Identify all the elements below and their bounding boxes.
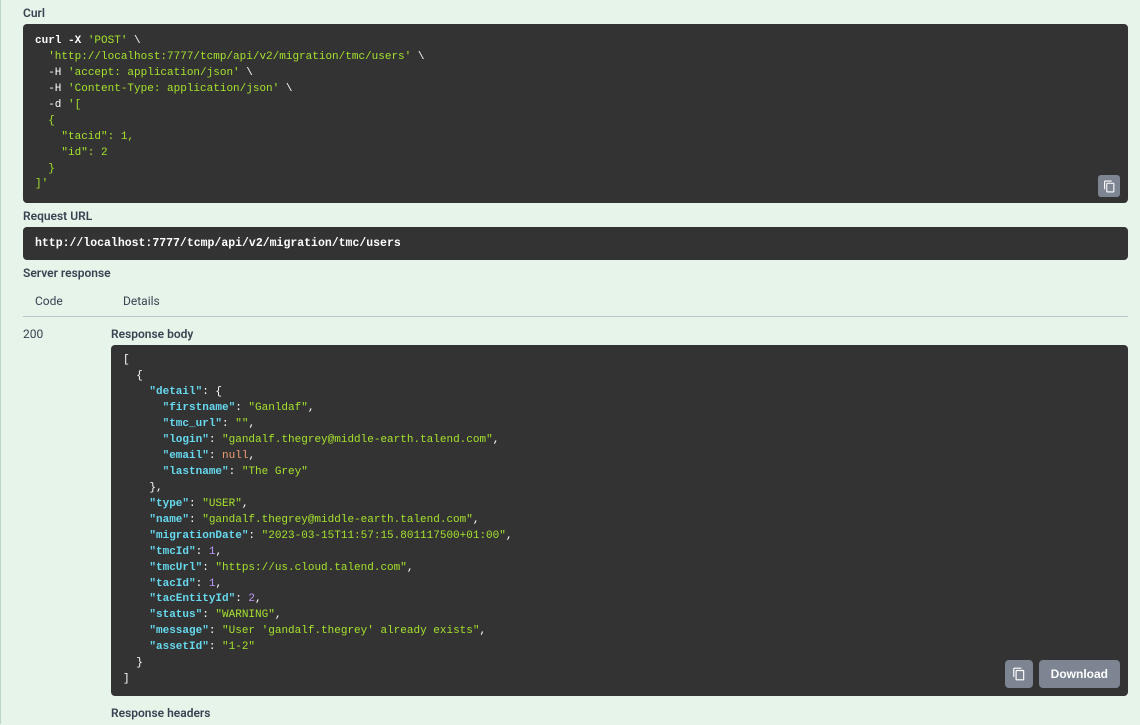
details-column-header: Details [123, 294, 160, 308]
status-code: 200 [23, 327, 63, 724]
server-response-label: Server response [11, 260, 1140, 284]
download-button[interactable]: Download [1039, 660, 1120, 688]
request-url-block: http://localhost:7777/tcmp/api/v2/migrat… [23, 227, 1128, 260]
curl-label: Curl [11, 0, 1140, 24]
copy-curl-button[interactable] [1098, 175, 1120, 197]
copy-response-button[interactable] [1005, 660, 1033, 688]
response-headers-label: Response headers [111, 696, 1128, 724]
response-row: 200 Response body [ { "detail": { "first… [11, 317, 1128, 724]
swagger-response-panel: Curl curl -X 'POST' \ 'http://localhost:… [0, 0, 1140, 724]
request-url-label: Request URL [11, 203, 1140, 227]
curl-code-block: curl -X 'POST' \ 'http://localhost:7777/… [23, 24, 1128, 203]
clipboard-icon [1012, 667, 1026, 681]
clipboard-icon [1103, 180, 1116, 193]
response-body-block: [ { "detail": { "firstname": "Ganldaf", … [111, 345, 1128, 696]
response-actions: Download [1005, 660, 1120, 688]
code-column-header: Code [35, 294, 75, 308]
response-body-label: Response body [111, 327, 1128, 345]
response-details: Response body [ { "detail": { "firstname… [111, 327, 1128, 724]
request-url-value: http://localhost:7777/tcmp/api/v2/migrat… [35, 237, 401, 250]
response-table-header: Code Details [23, 284, 1128, 317]
